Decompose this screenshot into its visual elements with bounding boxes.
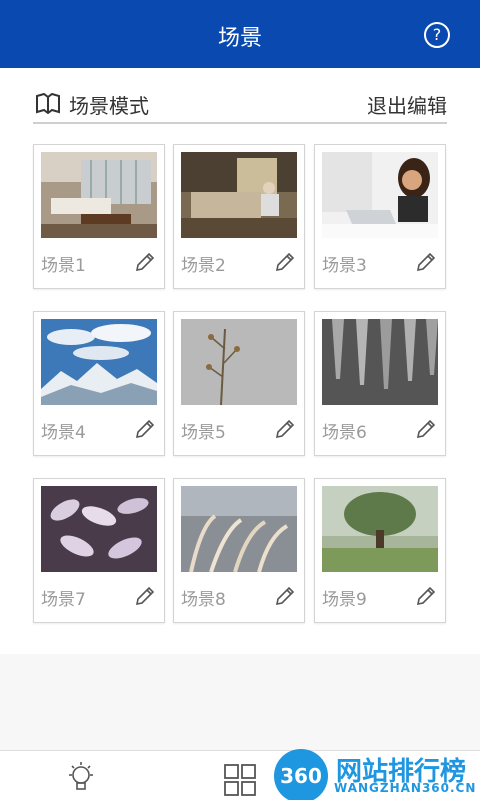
scene-thumbnail [41,319,157,405]
help-icon[interactable]: ? [424,22,450,48]
gear-icon: ⚙ [252,595,268,616]
pencil-icon[interactable] [274,585,296,607]
scene-thumbnail [181,152,297,238]
mode-bar: 场景模式 退出编辑 [33,88,447,124]
scene-thumbnail [181,319,297,405]
watermark: 360 网站排行榜 WANGZHAN360.CN [270,749,480,800]
scene-name: 场景3 [322,256,367,276]
scene-thumbnail [322,319,438,405]
scene-thumbnail [322,486,438,572]
gear-icon: ⚙ [393,428,409,449]
scene-name: 场景8 [181,590,226,610]
pencil-icon[interactable] [134,251,156,273]
pencil-icon[interactable] [134,418,156,440]
watermark-subtitle: WANGZHAN360.CN [334,781,477,795]
pencil-icon[interactable] [415,585,437,607]
gear-icon: ⚙ [393,595,409,616]
book-icon [36,92,60,114]
scene-name: 场景7 [41,590,86,610]
pencil-icon[interactable] [415,251,437,273]
scene-name: 场景4 [41,423,86,443]
scene-card-5[interactable]: ⚙ 设置 场景5 [173,311,305,456]
exit-edit-button[interactable]: 退出编辑 [367,90,447,119]
scene-card-9[interactable]: ⚙ 设置 场景9 [314,478,446,623]
scene-content: 场景模式 退出编辑 场景1 场景2 场景3 ⚙ 设置 场景4 ⚙ 设置 场景5 … [0,68,480,654]
watermark-badge: 360 [274,749,328,800]
scene-name: 场景9 [322,590,367,610]
scene-thumbnail [181,486,297,572]
scene-thumbnail [41,486,157,572]
bulb-icon[interactable] [66,761,96,795]
bottom-nav: 360 网站排行榜 WANGZHAN360.CN [0,749,480,800]
scene-name: 场景5 [181,423,226,443]
pencil-icon[interactable] [274,418,296,440]
grid-icon[interactable] [223,763,257,797]
app-header: 场景 ? [0,0,480,68]
page-title: 场景 [217,26,262,51]
scene-card-3[interactable]: 场景3 [314,144,446,289]
scene-card-8[interactable]: ⚙ 设置 场景8 [173,478,305,623]
pencil-icon[interactable] [274,251,296,273]
scene-card-1[interactable]: 场景1 [33,144,165,289]
scene-thumbnail [322,152,438,238]
gear-icon: ⚙ [252,428,268,449]
pencil-icon[interactable] [134,585,156,607]
scene-name: 场景1 [41,256,86,276]
gear-icon: ⚙ [112,428,128,449]
scene-name: 场景2 [181,256,226,276]
scene-card-7[interactable]: ⚙ 设置 场景7 [33,478,165,623]
scene-name: 场景6 [322,423,367,443]
pencil-icon[interactable] [415,418,437,440]
scene-card-4[interactable]: ⚙ 设置 场景4 [33,311,165,456]
scene-card-6[interactable]: ⚙ 设置 场景6 [314,311,446,456]
scene-thumbnail [41,152,157,238]
gear-icon: ⚙ [112,595,128,616]
scene-card-2[interactable]: 场景2 [173,144,305,289]
mode-title: 场景模式 [69,94,149,118]
